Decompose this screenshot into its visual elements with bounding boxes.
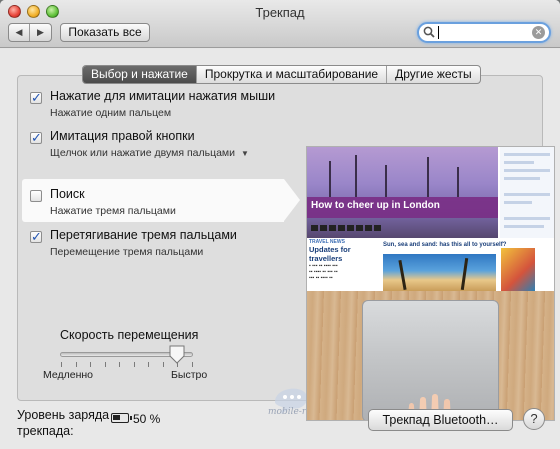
battery-level-label: Уровень заряда трекпада:	[17, 408, 110, 438]
preview-beach-image	[383, 254, 496, 291]
back-button[interactable]: ◀	[9, 24, 31, 41]
forward-button[interactable]: ▶	[30, 24, 51, 41]
slider-tick	[119, 362, 120, 367]
trackpad-preferences-window: Трекпад ◀ ▶ Показать все ✕ Выбор и нажат…	[0, 0, 560, 449]
forward-arrow-icon: ▶	[37, 27, 44, 37]
checkmark-icon: ✓	[31, 90, 42, 105]
option-description: Нажатие тремя пальцами	[50, 205, 176, 217]
option-label[interactable]: Поиск	[50, 187, 85, 201]
slider-tick	[192, 362, 193, 367]
tracking-speed-title: Скорость перемещения	[60, 328, 199, 342]
tab-2[interactable]: Другие жесты	[387, 66, 480, 83]
option-checkbox[interactable]: ✓	[30, 229, 42, 244]
search-icon	[423, 26, 435, 38]
tab-bar: Выбор и нажатие Прокрутка и масштабирован…	[82, 65, 481, 84]
battery-percent: 50 %	[133, 412, 161, 426]
preview-webpage: How to cheer up in London TRAVEL NEWS Up…	[307, 147, 554, 291]
search-field[interactable]: ✕	[417, 22, 551, 43]
option-label[interactable]: Имитация правой кнопки	[50, 129, 195, 143]
option-label[interactable]: Нажатие для имитации нажатия мыши	[50, 89, 275, 103]
slider-tick	[148, 362, 149, 367]
speed-max-label: Быстро	[171, 369, 208, 381]
battery-icon	[111, 413, 132, 423]
option-checkbox[interactable]: ✓	[30, 90, 42, 105]
option-checkbox[interactable]	[30, 190, 42, 202]
slider-tick	[61, 362, 62, 367]
preview-news-block: TRAVEL NEWS Updates for travellers ▪ ▪▪▪…	[309, 239, 351, 281]
slider-tick	[105, 362, 106, 367]
window-title: Трекпад	[255, 5, 305, 20]
slider-tick	[163, 362, 164, 367]
checkmark-icon: ✓	[31, 229, 42, 244]
search-input[interactable]	[435, 25, 531, 40]
title-bar: Трекпад ◀ ▶ Показать все ✕	[0, 0, 560, 48]
preview-book-image	[501, 248, 535, 291]
checkmark-icon: ✓	[31, 130, 42, 145]
settings-panel: ✓ Нажатие для имитации нажатия мыши Нажати…	[17, 75, 555, 421]
preview-hero-image: How to cheer up in London	[307, 147, 498, 238]
preview-headline: How to cheer up in London	[311, 200, 440, 211]
option-label[interactable]: Перетягивание тремя пальцами	[50, 228, 237, 242]
preview-sidebar	[500, 147, 554, 238]
slider-tick	[134, 362, 135, 367]
bluetooth-trackpad-button[interactable]: Трекпад Bluetooth…	[368, 409, 513, 431]
clear-search-icon[interactable]: ✕	[532, 26, 545, 39]
gesture-preview-video: How to cheer up in London TRAVEL NEWS Up…	[306, 146, 555, 421]
option-description: Перемещение тремя пальцами	[50, 246, 204, 258]
speed-min-label: Медленно	[43, 369, 94, 381]
option-description[interactable]: Щелчок или нажатие двумя пальцами ▼	[50, 147, 249, 159]
tracking-speed-slider-knob[interactable]	[169, 345, 185, 364]
slider-tick	[90, 362, 91, 367]
preferences-content: Выбор и нажатие Прокрутка и масштабирован…	[0, 49, 560, 449]
tab-1[interactable]: Прокрутка и масштабирование	[197, 66, 388, 83]
highlight-pointer	[284, 179, 300, 221]
show-all-button[interactable]: Показать все	[60, 23, 150, 42]
option-checkbox[interactable]: ✓	[30, 130, 42, 145]
preview-beach-caption: Sun, sea and sand: has this all to yours…	[383, 242, 507, 248]
text-cursor	[438, 26, 439, 39]
back-arrow-icon: ◀	[15, 27, 23, 37]
option-description: Нажатие одним пальцем	[50, 107, 172, 119]
help-button[interactable]: ?	[523, 408, 545, 430]
back-forward-group: ◀ ▶	[8, 23, 52, 42]
chevron-down-icon[interactable]: ▼	[241, 149, 249, 158]
slider-tick	[76, 362, 77, 367]
tab-0[interactable]: Выбор и нажатие	[83, 66, 197, 83]
